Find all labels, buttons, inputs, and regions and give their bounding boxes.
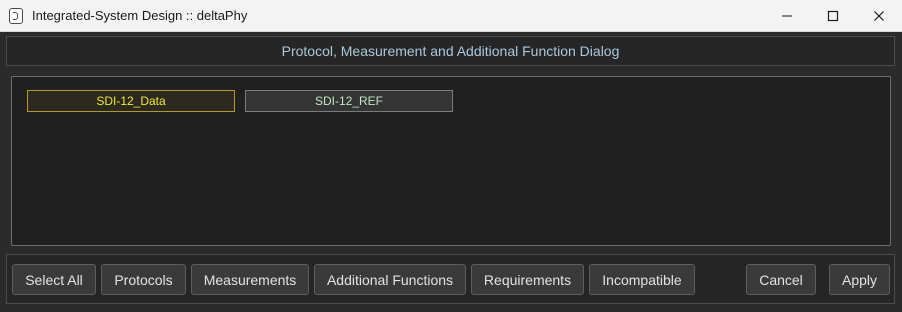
measurements-button[interactable]: Measurements: [191, 264, 309, 295]
maximize-icon: [827, 10, 839, 21]
item-sdi12-ref[interactable]: SDI-12_REF: [245, 90, 453, 112]
window-title: Integrated-System Design :: deltaPhy: [32, 8, 248, 23]
select-all-button[interactable]: Select All: [12, 264, 96, 295]
close-icon: [874, 10, 884, 21]
item-list-panel: SDI-12_Data SDI-12_REF: [11, 76, 891, 246]
close-button[interactable]: [856, 0, 902, 32]
apply-button[interactable]: Apply: [829, 264, 890, 295]
cancel-button[interactable]: Cancel: [746, 264, 816, 295]
dialog-header: Protocol, Measurement and Additional Fun…: [6, 36, 895, 66]
window-controls: [764, 0, 902, 32]
maximize-button[interactable]: [810, 0, 856, 32]
additional-functions-button[interactable]: Additional Functions: [314, 264, 466, 295]
protocols-button[interactable]: Protocols: [101, 264, 186, 295]
item-sdi12-data[interactable]: SDI-12_Data: [27, 90, 235, 112]
button-bar: Select All Protocols Measurements Additi…: [6, 254, 895, 304]
minimize-button[interactable]: [764, 0, 810, 32]
app-icon: [9, 7, 23, 24]
incompatible-button[interactable]: Incompatible: [589, 264, 695, 295]
requirements-button[interactable]: Requirements: [471, 264, 584, 295]
title-bar: Integrated-System Design :: deltaPhy: [0, 0, 902, 32]
minimize-icon: [782, 15, 792, 16]
